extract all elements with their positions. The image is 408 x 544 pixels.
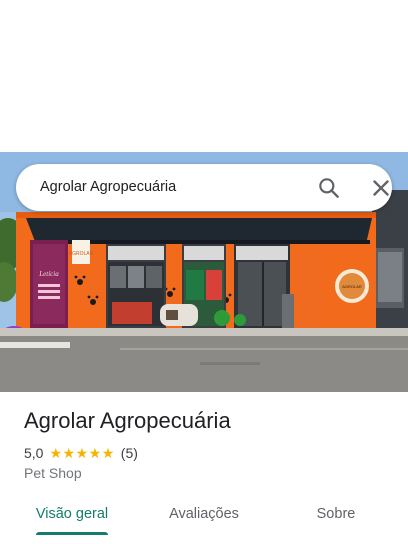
tab-about[interactable]: Sobre: [286, 495, 386, 533]
tab-reviews[interactable]: Avaliações: [154, 495, 254, 533]
awning-side-text: AGROLAR: [69, 251, 94, 257]
close-icon: [373, 180, 389, 196]
star-icon: ★: [75, 445, 89, 461]
map-top-area: [0, 0, 408, 152]
place-tabs: Visão geral Avaliações Sobre: [0, 495, 408, 544]
search-input[interactable]: Agrolar Agropecuária: [40, 164, 176, 211]
left-sign-text: Letícia: [38, 270, 59, 278]
star-icon: ★: [62, 445, 76, 461]
rating-row[interactable]: 5,0 ★ ★ ★ ★ ★ (5): [24, 444, 138, 462]
logo-text: AGROLAR: [342, 284, 362, 289]
place-title: Agrolar Agropecuária: [24, 408, 231, 433]
close-button[interactable]: [368, 175, 394, 201]
rating-value: 5,0: [24, 445, 44, 461]
place-category[interactable]: Pet Shop: [24, 465, 82, 481]
star-icon: ★: [49, 445, 63, 461]
search-button[interactable]: [316, 175, 342, 201]
star-icon: ★: [101, 445, 115, 461]
active-tab-indicator: [36, 532, 108, 535]
tab-overview[interactable]: Visão geral: [22, 495, 122, 533]
search-bar[interactable]: Agrolar Agropecuária: [16, 164, 392, 211]
search-icon: [319, 178, 339, 198]
review-count[interactable]: (5): [121, 445, 138, 461]
star-icon: ★: [88, 445, 102, 461]
rating-stars: ★ ★ ★ ★ ★: [49, 444, 114, 462]
